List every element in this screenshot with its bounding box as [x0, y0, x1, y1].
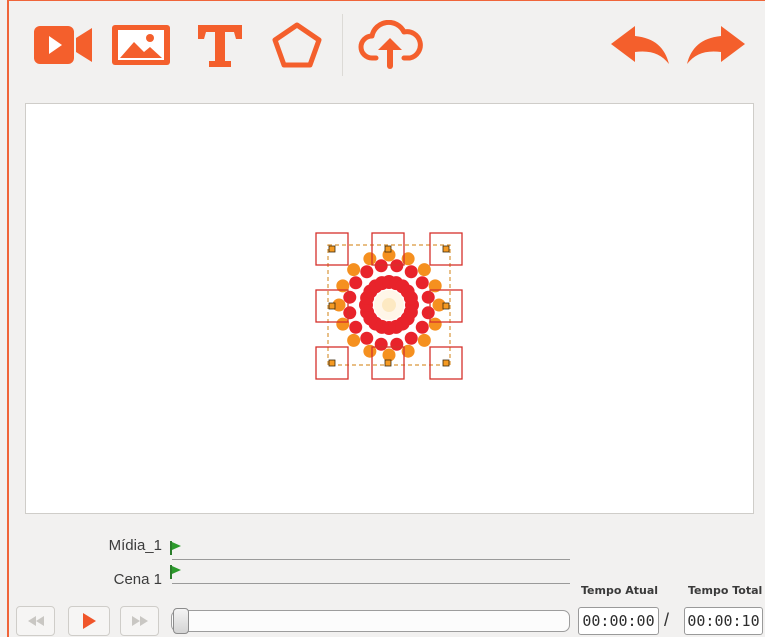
undo-arrow-icon — [611, 26, 669, 64]
resize-handle-grip[interactable] — [328, 302, 336, 310]
track-label-scene: Cena 1 — [113, 571, 162, 588]
media-keyframe-flag-icon[interactable] — [169, 540, 183, 556]
play-icon — [83, 613, 96, 629]
undo-button[interactable] — [606, 14, 672, 76]
toolbar — [0, 0, 765, 88]
fast-forward-button[interactable] — [120, 606, 159, 636]
redo-button[interactable] — [684, 14, 750, 76]
rewind-button[interactable] — [16, 606, 55, 636]
shape-tool-button[interactable] — [268, 14, 326, 76]
image-icon — [112, 25, 170, 65]
seek-handle[interactable] — [173, 608, 189, 634]
rewind-icon — [27, 616, 44, 626]
total-time-label: Tempo Total — [688, 584, 763, 597]
media-track-line[interactable] — [172, 559, 570, 560]
text-tool-button[interactable] — [192, 14, 248, 76]
redo-arrow-icon — [687, 26, 745, 64]
video-tool-button[interactable] — [30, 14, 96, 76]
selected-canvas-object[interactable] — [312, 229, 468, 385]
scene-keyframe-flag-icon[interactable] — [169, 564, 183, 580]
resize-handle-grip[interactable] — [328, 245, 336, 253]
scene-track-line[interactable] — [172, 583, 570, 584]
play-button[interactable] — [68, 606, 110, 636]
time-separator: / — [664, 610, 670, 630]
resize-handle-grip[interactable] — [328, 359, 336, 367]
resize-handle-grip[interactable] — [442, 359, 450, 367]
video-camera-icon — [34, 26, 92, 64]
resize-handle-grip[interactable] — [384, 245, 392, 253]
toolbar-separator — [342, 14, 343, 76]
image-tool-button[interactable] — [108, 14, 174, 76]
pentagon-icon — [272, 22, 322, 68]
fast-forward-icon — [131, 616, 148, 626]
resize-handle-grip[interactable] — [442, 302, 450, 310]
current-time-field[interactable]: 00:00:00 — [578, 607, 659, 635]
resize-handle-grip[interactable] — [442, 245, 450, 253]
cloud-upload-icon — [358, 20, 423, 69]
total-time-field[interactable]: 00:00:10 — [684, 607, 763, 635]
resize-handle-grip[interactable] — [384, 359, 392, 367]
upload-tool-button[interactable] — [356, 14, 426, 76]
track-label-media: Mídia_1 — [108, 537, 162, 554]
current-time-label: Tempo Atual — [581, 584, 659, 597]
seek-bar[interactable] — [171, 610, 570, 632]
text-icon — [198, 25, 242, 67]
